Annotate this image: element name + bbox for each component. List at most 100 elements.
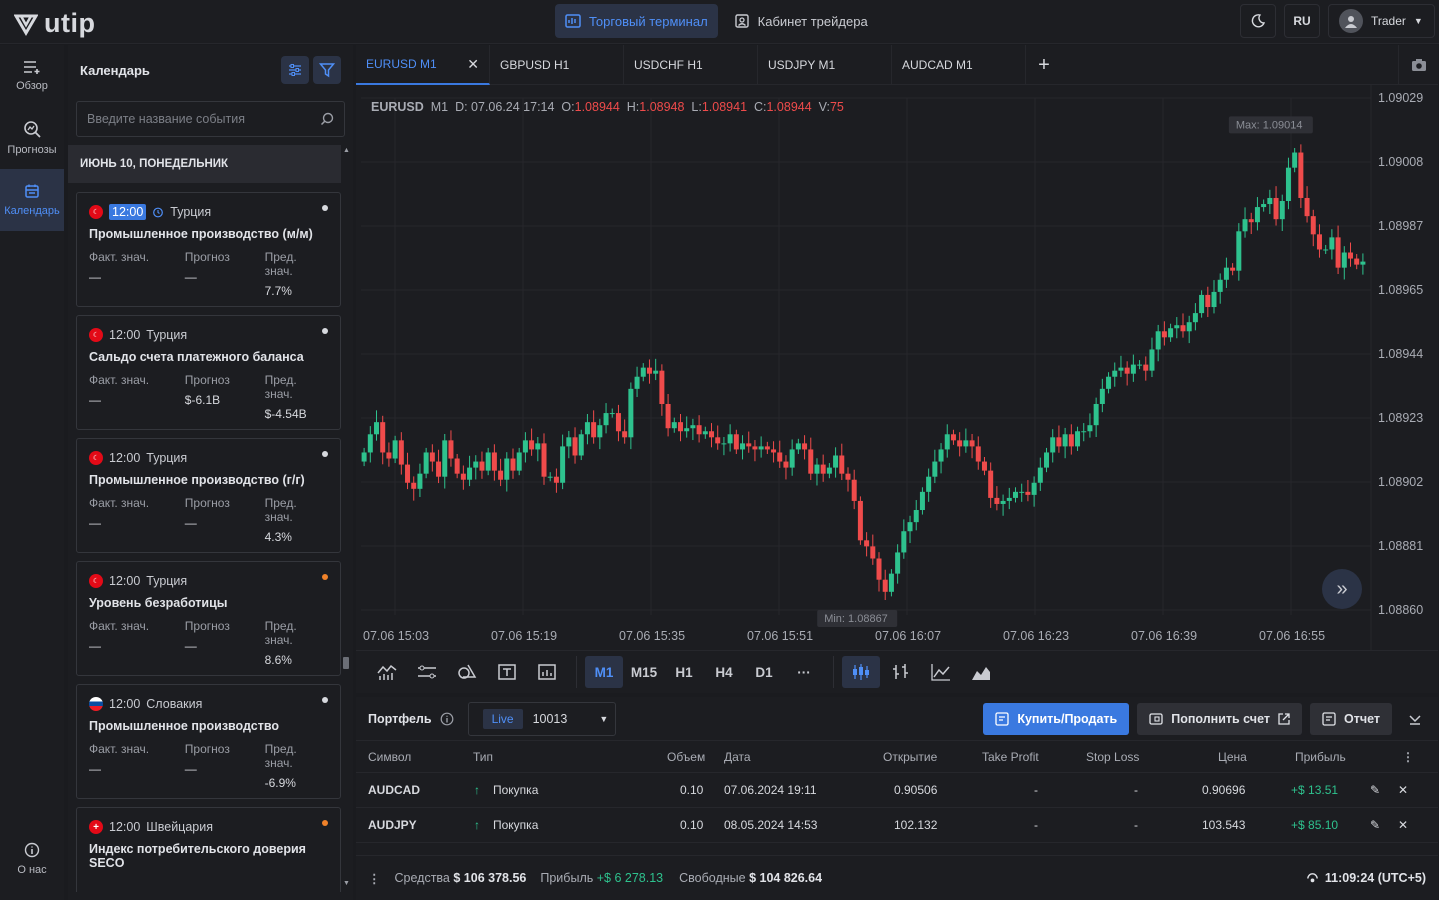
collapse-panel-button[interactable]: [1400, 703, 1430, 735]
event-card[interactable]: 12:00 Словакия Промышленное производство…: [76, 684, 341, 799]
timeframe-d1[interactable]: D1: [745, 656, 783, 688]
table-row[interactable]: AUDCAD ↑ Покупка 0.10 07.06.2024 19:11 0…: [356, 773, 1438, 808]
text-tool-button[interactable]: [488, 656, 526, 688]
col-open[interactable]: Открытие: [883, 750, 937, 764]
prev-label: Пред. знач.: [264, 250, 297, 278]
area-chart-type-button[interactable]: [962, 656, 1000, 688]
candles-chart-type-button[interactable]: [842, 656, 880, 688]
add-tab-button[interactable]: +: [1026, 45, 1062, 85]
settings-sliders-button[interactable]: [281, 56, 309, 84]
info-icon[interactable]: [440, 712, 454, 726]
candlestick-chart[interactable]: 1.09029 1.09008 1.08987 1.08965 1.08944 1.089…: [356, 85, 1438, 650]
candle-body: [1329, 237, 1335, 250]
line-chart-type-button[interactable]: [922, 656, 960, 688]
candle-body: [411, 482, 417, 489]
scroll-thumb[interactable]: [343, 657, 349, 669]
language-button[interactable]: RU: [1284, 4, 1320, 38]
footer-menu-icon[interactable]: ⋮: [368, 871, 381, 886]
event-card[interactable]: ☾ 12:00 Турция Промышленное производство…: [76, 192, 341, 307]
utip-logo[interactable]: utip: [14, 8, 95, 39]
event-card[interactable]: ☾ 12:00 Турция Сальдо счета платежного б…: [76, 315, 341, 430]
candle-body: [826, 467, 832, 474]
chart-toolbar: M1 M15 H1 H4 D1 ···: [356, 650, 1438, 693]
candle-body: [1012, 491, 1018, 498]
trader-cabinet-button[interactable]: Кабинет трейдера: [724, 4, 878, 38]
tab-usdchf-h1[interactable]: USDCHF H1: [624, 45, 758, 85]
event-card[interactable]: ☾ 12:00 Турция Промышленное производство…: [76, 438, 341, 553]
tab-usdjpy-m1[interactable]: USDJPY M1: [758, 45, 892, 85]
candle-body: [820, 464, 826, 474]
col-profit[interactable]: Прибыль: [1295, 750, 1346, 764]
camera-icon: [1411, 59, 1426, 71]
buy-sell-button[interactable]: Купить/Продать: [983, 703, 1130, 735]
filter-button[interactable]: [313, 56, 341, 84]
candles-icon: [853, 664, 869, 680]
event-card[interactable]: ☾ 12:00 Турция Уровень безработицы Факт.…: [76, 561, 341, 676]
col-price[interactable]: Цена: [1218, 750, 1247, 764]
col-stop-loss[interactable]: Stop Loss: [1086, 750, 1139, 764]
candle-body: [1087, 425, 1093, 432]
screenshot-button[interactable]: [1398, 45, 1438, 85]
candle-body: [1180, 325, 1186, 332]
nav-forecasts[interactable]: Прогнозы: [0, 107, 64, 169]
candle-body: [1347, 252, 1353, 259]
candle-body: [1279, 201, 1285, 220]
calendar-scrollbar[interactable]: ▲ ▼: [342, 147, 350, 887]
shapes-button[interactable]: [448, 656, 486, 688]
close-position-icon[interactable]: ✕: [1398, 818, 1408, 832]
indicators-button[interactable]: [368, 656, 406, 688]
event-card[interactable]: + 12:00 Швейцария Индекс потребительског…: [76, 807, 341, 892]
table-row[interactable]: AUDJPY ↑ Покупка 0.10 08.05.2024 14:53 1…: [356, 808, 1438, 843]
candle-body: [957, 440, 963, 447]
col-volume[interactable]: Объем: [667, 750, 705, 764]
timeframe-m15[interactable]: M15: [625, 656, 663, 688]
tab-gbpusd-h1[interactable]: GBPUSD H1: [490, 45, 624, 85]
close-position-icon[interactable]: ✕: [1398, 783, 1408, 797]
candle-body: [522, 440, 528, 453]
trading-terminal-button[interactable]: Торговый терминал: [555, 4, 718, 38]
account-select[interactable]: Live 10013 ▼: [467, 701, 616, 736]
col-type[interactable]: Тип: [473, 750, 493, 764]
scroll-up-arrow[interactable]: ▲: [343, 147, 350, 154]
more-timeframes-button[interactable]: ···: [785, 656, 823, 688]
candle-body: [981, 461, 987, 471]
theme-toggle-button[interactable]: [1240, 4, 1276, 38]
col-date[interactable]: Дата: [724, 750, 751, 764]
actual-value: —: [89, 762, 101, 776]
forecast-value: —: [184, 516, 197, 530]
columns-menu-icon[interactable]: ⋮: [1402, 750, 1414, 764]
col-take-profit[interactable]: Take Profit: [982, 750, 1039, 764]
scroll-down-arrow[interactable]: ▼: [343, 880, 350, 887]
bars-chart-type-button[interactable]: [882, 656, 920, 688]
col-symbol[interactable]: Символ: [368, 750, 411, 764]
deposit-button[interactable]: Пополнить счет: [1137, 703, 1302, 735]
event-search-input[interactable]: Введите название события: [76, 101, 345, 137]
timeframe-h1[interactable]: H1: [665, 656, 703, 688]
nav-about[interactable]: О нас: [0, 828, 64, 890]
event-time: 12:00: [109, 697, 141, 711]
nav-overview[interactable]: Обзор: [0, 45, 64, 107]
candle-body: [454, 458, 460, 474]
candle-body: [771, 449, 777, 453]
candle-body: [994, 497, 1000, 504]
y-tick-label: 1.09008: [1378, 155, 1423, 169]
left-nav: Обзор Прогнозы Календарь О нас: [0, 45, 64, 900]
tab-audcad-m1[interactable]: AUDCAD M1: [892, 45, 1026, 85]
close-icon[interactable]: ✕: [467, 56, 479, 73]
info-icon: [24, 842, 40, 858]
user-menu-button[interactable]: Trader ▼: [1328, 4, 1435, 38]
timeframe-h4[interactable]: H4: [705, 656, 743, 688]
edit-icon[interactable]: ✎: [1370, 783, 1380, 797]
tab-eurusd-m1[interactable]: EURUSD M1 ✕: [356, 45, 490, 85]
chart-settings-button[interactable]: [528, 656, 566, 688]
nav-calendar[interactable]: Календарь: [0, 169, 64, 231]
event-country: Швейцария: [146, 820, 213, 834]
draw-lines-button[interactable]: [408, 656, 446, 688]
indicators-icon: [377, 664, 397, 680]
report-button[interactable]: Отчет: [1309, 703, 1392, 735]
candle-body: [560, 446, 566, 483]
edit-icon[interactable]: ✎: [1370, 818, 1380, 832]
timeframe-m1[interactable]: M1: [585, 656, 623, 688]
scroll-to-latest-button[interactable]: »: [1322, 569, 1362, 609]
event-title: Сальдо счета платежного баланса: [89, 350, 304, 364]
